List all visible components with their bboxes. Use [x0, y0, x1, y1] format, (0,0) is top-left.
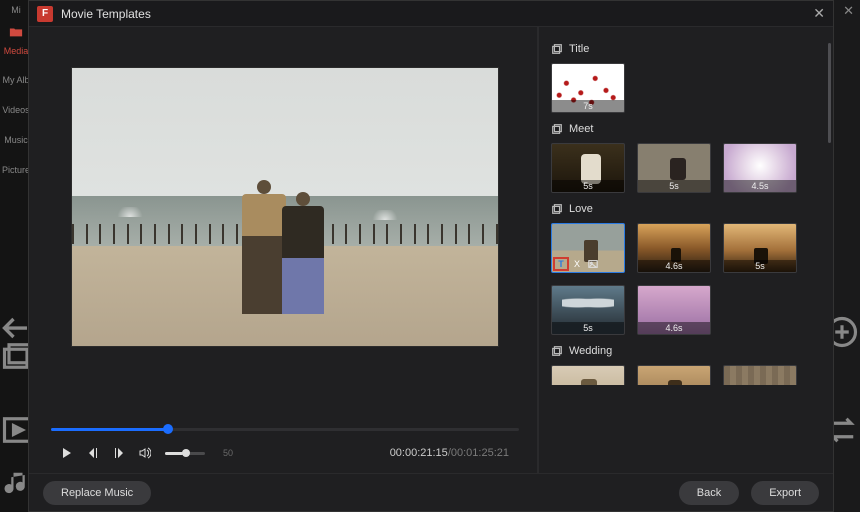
copy-icon: [551, 203, 563, 215]
section-meet-head: Meet: [551, 123, 817, 135]
section-meet-label: Meet: [569, 123, 593, 135]
play-button[interactable]: [61, 447, 73, 459]
export-button[interactable]: Export: [751, 481, 819, 505]
total-time: 00:01:25:21: [451, 447, 509, 459]
preview-panel: 50 00:00:21:15/00:01:25:21: [29, 27, 537, 473]
prev-frame-button[interactable]: [87, 447, 99, 459]
progress-bar[interactable]: [51, 419, 519, 439]
fx-tool-button[interactable]: X: [569, 257, 585, 271]
back-button[interactable]: Back: [679, 481, 739, 505]
section-love-head: Love: [551, 203, 817, 215]
replace-music-button[interactable]: Replace Music: [43, 481, 151, 505]
video-preview[interactable]: [71, 67, 499, 347]
section-title-head: Title: [551, 43, 817, 55]
frame-label: 50: [223, 448, 233, 458]
movie-templates-modal: F Movie Templates ✕: [28, 0, 834, 512]
template-thumb-selected[interactable]: T X: [551, 223, 625, 273]
modal-titlebar: F Movie Templates ✕: [29, 1, 833, 27]
template-sections: Title 7s Meet 5s 5s 4.5s Love: [539, 27, 833, 473]
thumb-duration: 7s: [552, 100, 624, 112]
template-thumb[interactable]: 4.5s: [723, 143, 797, 193]
image-tool-button[interactable]: [585, 257, 601, 271]
thumb-duration: 5s: [638, 180, 710, 192]
template-thumb[interactable]: 7s: [551, 63, 625, 113]
thumb-duration: 4.6s: [638, 322, 710, 334]
copy-icon: [551, 345, 563, 357]
volume-slider[interactable]: [165, 452, 205, 455]
copy-icon: [551, 43, 563, 55]
thumb-duration: 4.6s: [638, 260, 710, 272]
modal-close-button[interactable]: ✕: [813, 5, 825, 22]
app-icon: F: [37, 6, 53, 22]
next-frame-button[interactable]: [113, 447, 125, 459]
template-thumb[interactable]: 4.6s: [637, 285, 711, 335]
template-thumb[interactable]: 4.6s: [637, 223, 711, 273]
scrollbar-thumb[interactable]: [828, 43, 831, 143]
thumb-duration: 5s: [552, 180, 624, 192]
modal-footer: Replace Music Back Export: [29, 473, 833, 511]
thumb-duration: 5s: [552, 322, 624, 334]
template-thumb[interactable]: [637, 365, 711, 385]
current-time: 00:00:21:15: [390, 447, 448, 459]
folder-icon: [9, 25, 23, 39]
thumb-duration: 5s: [724, 260, 796, 272]
player-controls: 50 00:00:21:15/00:01:25:21: [51, 439, 519, 467]
modal-content: 50 00:00:21:15/00:01:25:21 Title 7s: [29, 27, 833, 473]
modal-title: Movie Templates: [61, 7, 813, 21]
section-wedding-head: Wedding: [551, 345, 817, 357]
section-love-label: Love: [569, 203, 593, 215]
section-wedding-label: Wedding: [569, 345, 612, 357]
time-display: 00:00:21:15/00:01:25:21: [390, 447, 509, 459]
thumb-tools: T X: [553, 257, 601, 271]
section-title-label: Title: [569, 43, 589, 55]
template-thumb[interactable]: 5s: [637, 143, 711, 193]
volume-button[interactable]: [139, 447, 151, 459]
timeline-area: 50 00:00:21:15/00:01:25:21: [41, 411, 529, 467]
template-thumb[interactable]: 5s: [551, 143, 625, 193]
copy-icon: [551, 123, 563, 135]
thumb-duration: 4.5s: [724, 180, 796, 192]
template-thumb[interactable]: 5s: [723, 223, 797, 273]
template-thumb[interactable]: [723, 365, 797, 385]
outer-close-button[interactable]: ✕: [843, 3, 854, 19]
text-tool-button[interactable]: T: [553, 257, 569, 271]
template-thumb[interactable]: [551, 365, 625, 385]
template-thumb[interactable]: 5s: [551, 285, 625, 335]
